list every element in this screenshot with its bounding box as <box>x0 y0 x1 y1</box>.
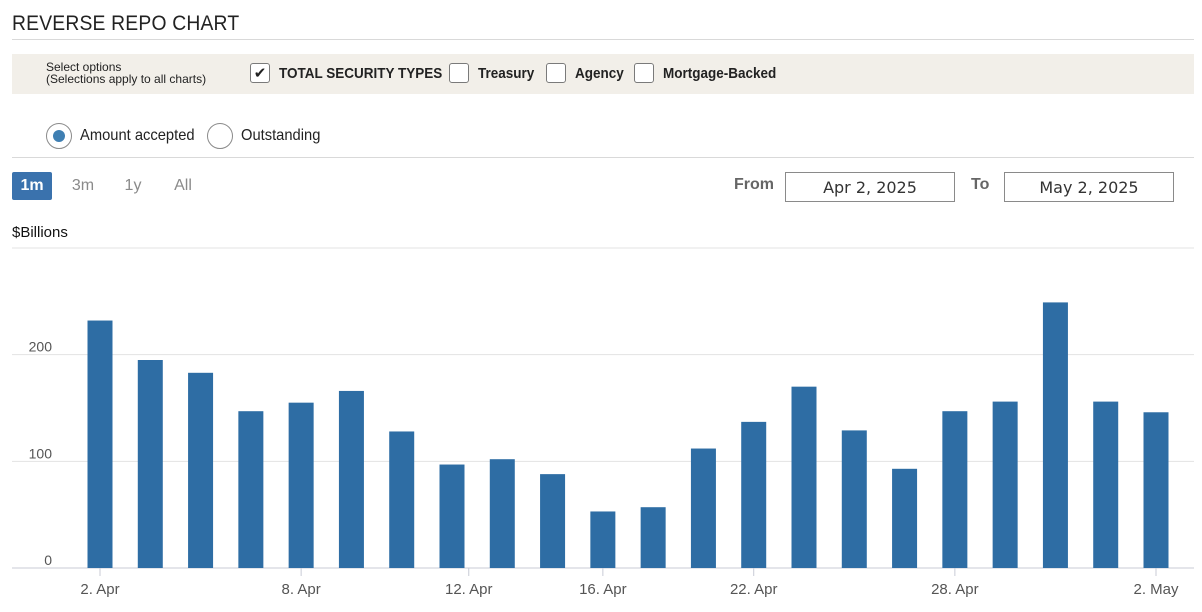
title-divider <box>12 39 1194 40</box>
y-tick-label: 0 <box>44 552 52 568</box>
bar[interactable] <box>791 386 817 568</box>
x-tick-label: 8. Apr <box>282 581 321 598</box>
checkmark-icon[interactable]: ✔ <box>250 63 270 83</box>
bar[interactable] <box>992 401 1018 568</box>
checkbox-agency[interactable]: Agency <box>546 62 629 84</box>
checkbox-label: Agency <box>575 64 624 82</box>
radio-selected-icon[interactable] <box>46 123 72 149</box>
checkbox-box-icon[interactable] <box>634 63 654 83</box>
checkbox-label: Mortgage-Backed <box>663 64 777 82</box>
checkbox-treasury[interactable]: Treasury <box>449 62 541 84</box>
bar[interactable] <box>1143 412 1169 568</box>
bar[interactable] <box>1042 302 1068 568</box>
checkbox-mortgage-backed[interactable]: Mortgage-Backed <box>634 62 789 84</box>
radio-label: Amount accepted <box>80 127 195 144</box>
options-help: Select options (Selections apply to all … <box>46 61 206 85</box>
x-tick-label: 22. Apr <box>730 581 778 598</box>
bar[interactable] <box>439 464 465 568</box>
bar[interactable] <box>942 411 968 568</box>
bar-chart: 0 100 200 2. Apr 8. Apr 12. Apr 16. Apr 22. Apr… <box>12 247 1194 598</box>
x-tick-label: 28. Apr <box>931 581 979 598</box>
x-tick-label: 2. Apr <box>80 581 119 598</box>
to-date-input[interactable]: May 2, 2025 <box>1004 172 1174 202</box>
y-tick-label: 200 <box>29 339 53 355</box>
page-title: REVERSE REPO CHART <box>12 12 240 35</box>
radio-empty-icon[interactable] <box>207 123 233 149</box>
bar[interactable] <box>640 507 666 568</box>
bar[interactable] <box>188 372 214 568</box>
checkbox-total-security-types[interactable]: ✔ TOTAL SECURITY TYPES <box>250 62 460 84</box>
bar[interactable] <box>238 411 264 568</box>
y-axis-unit-label: $Billions <box>12 224 68 241</box>
bar[interactable] <box>741 421 767 568</box>
checkbox-box-icon[interactable] <box>449 63 469 83</box>
radio-dot-icon <box>53 130 65 142</box>
bar[interactable] <box>540 474 566 568</box>
options-bar: Select options (Selections apply to all … <box>12 54 1194 94</box>
radio-amount-accepted[interactable]: Amount accepted <box>46 122 205 150</box>
bar[interactable] <box>690 448 716 568</box>
from-label: From <box>734 176 774 193</box>
bar[interactable] <box>841 430 867 568</box>
range-button-1m[interactable]: 1m <box>12 172 52 200</box>
bar[interactable] <box>389 431 415 568</box>
bar[interactable] <box>590 511 616 568</box>
bar[interactable] <box>288 402 314 568</box>
bar[interactable] <box>892 468 918 568</box>
x-tick-label: 2. May <box>1133 581 1179 598</box>
to-label: To <box>971 176 990 193</box>
y-tick-label: 100 <box>29 445 53 461</box>
bar[interactable] <box>87 320 113 568</box>
range-button-all[interactable]: All <box>164 172 202 200</box>
bar[interactable] <box>338 390 364 568</box>
bar[interactable] <box>1093 401 1119 568</box>
checkbox-label: TOTAL SECURITY TYPES <box>279 64 443 82</box>
x-tick-label: 16. Apr <box>579 581 627 598</box>
controls-divider <box>12 157 1194 158</box>
bar[interactable] <box>489 459 515 568</box>
checkbox-box-icon[interactable] <box>546 63 566 83</box>
bar[interactable] <box>137 360 163 568</box>
checkbox-label: Treasury <box>478 64 535 82</box>
radio-label: Outstanding <box>241 127 321 144</box>
from-date-input[interactable]: Apr 2, 2025 <box>785 172 955 202</box>
range-button-1y[interactable]: 1y <box>116 172 150 200</box>
range-button-3m[interactable]: 3m <box>64 172 102 200</box>
x-tick-label: 12. Apr <box>445 581 493 598</box>
radio-outstanding[interactable]: Outstanding <box>207 122 327 150</box>
options-help-line2: (Selections apply to all charts) <box>46 72 207 86</box>
